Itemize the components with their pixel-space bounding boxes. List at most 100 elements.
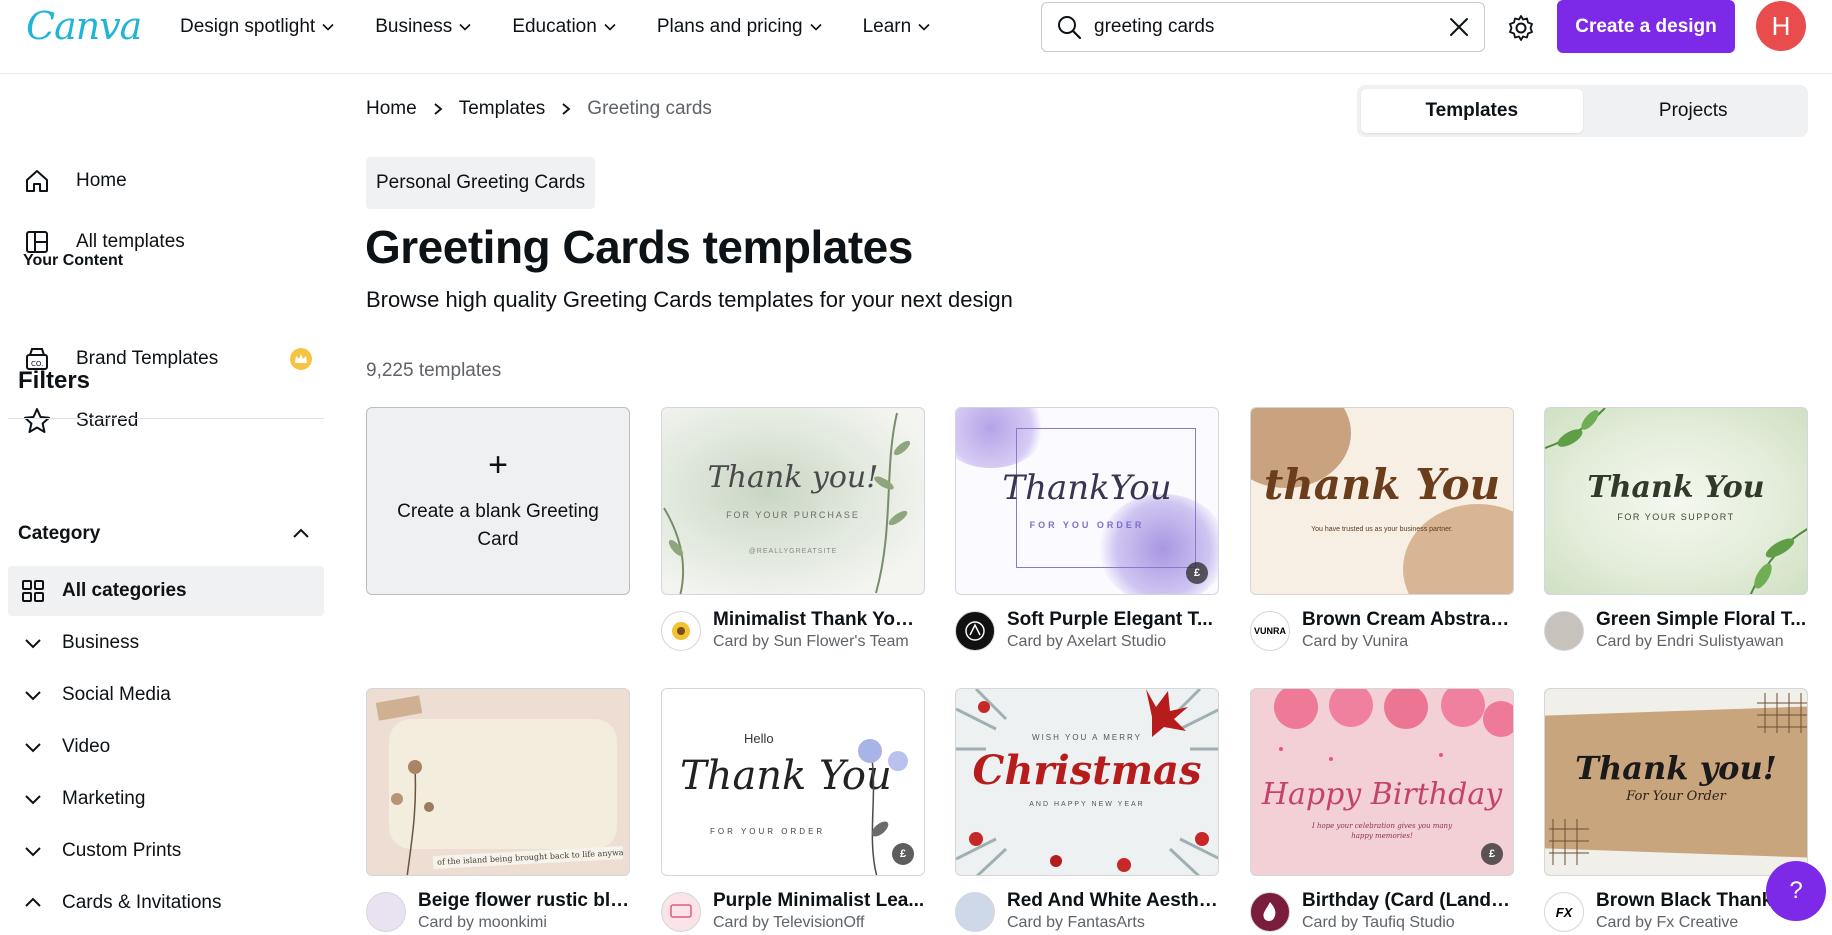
tab-projects[interactable]: Projects xyxy=(1583,89,1805,133)
template-author: Card by Taufiq Studio xyxy=(1302,914,1455,931)
template-card[interactable]: ThankYou FOR YOU ORDER £ Soft Purple Ele… xyxy=(955,407,1219,665)
chevron-down-icon xyxy=(20,682,46,708)
author-avatar[interactable] xyxy=(366,892,406,932)
template-card[interactable]: Thank You FOR YOUR SUPPORT Green Simple … xyxy=(1544,407,1808,665)
template-card[interactable]: thank You You have trusted us as your bu… xyxy=(1250,407,1514,665)
category-custom-prints[interactable]: Custom Prints xyxy=(8,826,324,876)
chevron-down-icon xyxy=(459,23,471,31)
page-subtitle: Browse high quality Greeting Cards templ… xyxy=(366,287,1013,312)
chevron-down-icon xyxy=(20,734,46,760)
search-icon xyxy=(1058,16,1082,40)
filter-chip-personal-greeting-cards[interactable]: Personal Greeting Cards xyxy=(366,157,596,209)
your-content-heading: Your Content xyxy=(23,252,124,269)
tab-templates[interactable]: Templates xyxy=(1361,89,1583,133)
thumb-subtitle: FOR YOU ORDER xyxy=(1029,520,1145,530)
category-video[interactable]: Video xyxy=(8,722,324,772)
sidebar-item-label: All templates xyxy=(76,231,185,252)
template-thumbnail[interactable]: thank You You have trusted us as your bu… xyxy=(1250,407,1514,595)
category-toggle[interactable]: Category xyxy=(8,512,324,556)
sidebar-item-starred[interactable]: Starred xyxy=(8,396,324,446)
premium-badge: £ xyxy=(1481,843,1503,865)
sidebar-item-home[interactable]: Home xyxy=(8,156,324,206)
help-button[interactable]: ? xyxy=(1766,861,1826,921)
template-card[interactable]: Hello Thank You FOR YOUR ORDER £ Purple … xyxy=(661,688,925,935)
template-card[interactable]: Thank you! FOR YOUR PURCHASE @REALLYGREA… xyxy=(661,407,925,665)
template-thumbnail[interactable]: ThankYou FOR YOU ORDER £ xyxy=(955,407,1219,595)
home-icon xyxy=(20,164,54,198)
category-item-label: Social Media xyxy=(62,684,171,705)
crown-icon xyxy=(290,348,312,370)
chevron-down-icon xyxy=(604,23,616,31)
category-social-media[interactable]: Social Media xyxy=(8,670,324,720)
user-avatar[interactable]: H xyxy=(1756,1,1806,51)
template-card[interactable]: Happy Birthday I hope your celebration g… xyxy=(1250,688,1514,935)
thumb-subtitle: FOR YOUR SUPPORT xyxy=(1617,512,1735,522)
author-avatar[interactable] xyxy=(1544,611,1584,651)
chevron-down-icon xyxy=(20,838,46,864)
category-item-label: Marketing xyxy=(62,788,146,809)
template-thumbnail[interactable]: Thank you! FOR YOUR PURCHASE @REALLYGREA… xyxy=(661,407,925,595)
author-avatar[interactable] xyxy=(661,892,701,932)
author-avatar[interactable]: FX xyxy=(1544,892,1584,932)
breadcrumb: Home Templates Greeting cards xyxy=(366,98,712,120)
thumb-subtitle: For Your Order xyxy=(1626,789,1726,804)
chevron-up-icon xyxy=(20,890,46,916)
chevron-up-icon xyxy=(293,528,309,538)
template-author: Card by FantasArts xyxy=(1007,914,1145,931)
template-name: Green Simple Floral T... xyxy=(1596,609,1807,630)
category-all[interactable]: All categories xyxy=(8,566,324,616)
category-label: Category xyxy=(18,523,101,544)
category-item-label: All categories xyxy=(62,580,187,601)
flame-icon xyxy=(1263,902,1276,921)
category-marketing[interactable]: Marketing xyxy=(8,774,324,824)
close-icon[interactable] xyxy=(1448,16,1470,38)
breadcrumb-home[interactable]: Home xyxy=(366,98,417,120)
template-author: Card by Vunira xyxy=(1302,633,1409,650)
nav-education[interactable]: Education xyxy=(512,16,617,38)
blank-card-label: Create a blank Greeting Card xyxy=(397,501,599,550)
canva-logo[interactable]: Canva xyxy=(26,4,142,48)
template-author: Card by Endri Sulistyawan xyxy=(1596,633,1784,650)
author-avatar[interactable]: VUNRA xyxy=(1250,611,1290,651)
template-name: Minimalist Thank You ... xyxy=(713,609,925,630)
category-business[interactable]: Business xyxy=(8,618,324,668)
template-thumbnail[interactable]: Hello Thank You FOR YOUR ORDER £ xyxy=(661,688,925,876)
create-blank-greeting-card-button[interactable]: + Create a blank Greeting Card xyxy=(366,407,630,595)
template-card[interactable]: WISH YOU A MERRY Christmas AND HAPPY NEW… xyxy=(955,688,1219,935)
view-switcher: Templates Projects xyxy=(1357,85,1808,137)
category-cards-invitations[interactable]: Cards & Invitations xyxy=(8,878,324,928)
template-thumbnail[interactable]: Happy Birthday I hope your celebration g… xyxy=(1250,688,1514,876)
template-thumbnail[interactable]: Thank you! For Your Order xyxy=(1544,688,1808,876)
author-avatar[interactable] xyxy=(955,892,995,932)
plus-icon: + xyxy=(488,446,508,484)
category-item-label: Business xyxy=(62,632,140,653)
nav-label: Learn xyxy=(862,16,912,37)
premium-badge: £ xyxy=(892,843,914,865)
nav-design-spotlight[interactable]: Design spotlight xyxy=(180,16,335,38)
thumb-title: ThankYou xyxy=(1002,468,1172,508)
settings-gear-icon[interactable] xyxy=(1503,10,1539,46)
search-input[interactable] xyxy=(1094,16,1448,38)
tv-icon xyxy=(670,904,692,918)
template-author: Card by Fx Creative xyxy=(1596,914,1739,931)
blank-card-tile[interactable]: + Create a blank Greeting Card xyxy=(366,407,630,595)
author-avatar[interactable] xyxy=(1250,892,1290,932)
search-box xyxy=(1041,2,1485,52)
create-design-button[interactable]: Create a design xyxy=(1557,0,1735,53)
nav-learn[interactable]: Learn xyxy=(863,16,932,38)
breadcrumb-templates[interactable]: Templates xyxy=(459,98,546,120)
nav-business[interactable]: Business xyxy=(375,16,472,38)
template-card[interactable]: of the island being brought back to life… xyxy=(366,688,630,935)
template-count: 9,225 templates xyxy=(366,360,502,381)
template-thumbnail[interactable]: WISH YOU A MERRY Christmas AND HAPPY NEW… xyxy=(955,688,1219,876)
star-icon xyxy=(20,404,54,438)
nav-plans-pricing[interactable]: Plans and pricing xyxy=(657,16,823,38)
thumb-subtitle: FOR YOUR PURCHASE xyxy=(726,510,860,520)
breadcrumb-current: Greeting cards xyxy=(587,98,712,119)
template-thumbnail[interactable]: Thank You FOR YOUR SUPPORT xyxy=(1544,407,1808,595)
author-avatar[interactable] xyxy=(661,611,701,651)
author-avatar[interactable] xyxy=(955,611,995,651)
template-thumbnail[interactable]: of the island being brought back to life… xyxy=(366,688,630,876)
nav-label: Business xyxy=(375,16,453,37)
thumb-subtitle: AND HAPPY NEW YEAR xyxy=(1029,801,1145,808)
